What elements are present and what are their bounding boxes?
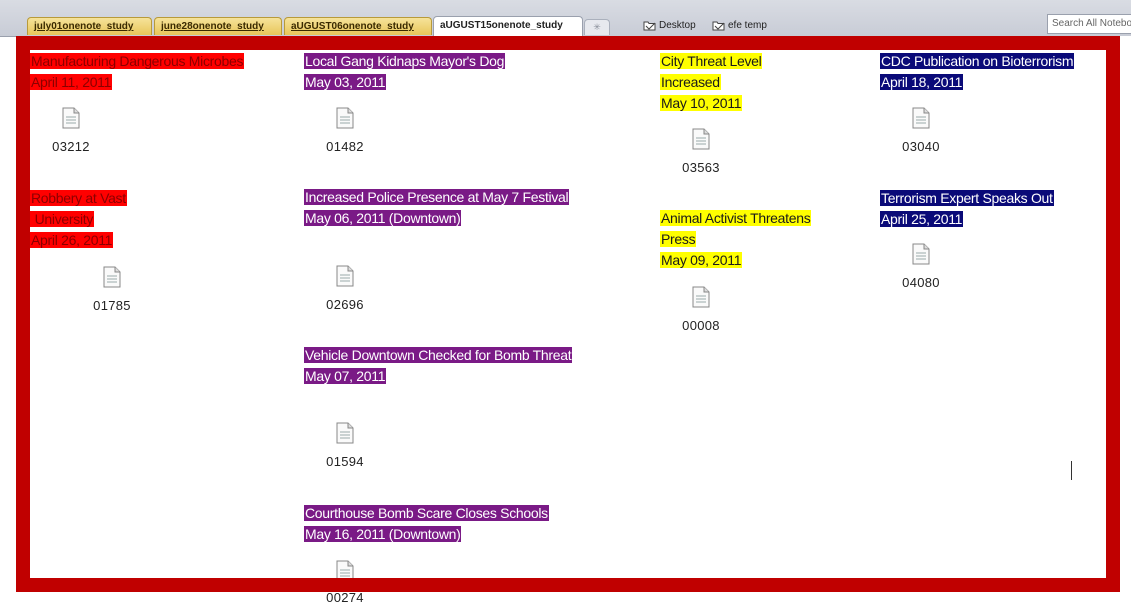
note-entry-courthouse-bomb-scare[interactable]: Courthouse Bomb Scare Closes Schools May… (304, 503, 549, 545)
note-entry-terrorism-expert-speaks-out[interactable]: Terrorism Expert Speaks Out April 25, 20… (880, 188, 1054, 230)
note-entry-manufacturing-dangerous-microbes[interactable]: Manufacturing Dangerous Microbes April 1… (30, 51, 245, 93)
file-attachment[interactable]: 01594 (315, 422, 375, 469)
notebook-tab-bar: july01onenote_study june28onenote_study … (0, 0, 1131, 37)
text-cursor (1071, 461, 1072, 480)
tab-august15onenote-study[interactable]: aUGUST15onenote_study (433, 16, 583, 36)
note-entry-cdc-publication-on-bioterrorism[interactable]: CDC Publication on Bioterrorism April 18… (880, 51, 1075, 93)
file-attachment[interactable]: 03563 (671, 128, 731, 175)
folder-icon (712, 20, 725, 31)
entry-date: April 11, 2011 (30, 74, 113, 90)
file-attachment[interactable]: 04080 (891, 243, 951, 290)
document-icon (336, 265, 354, 287)
document-icon (912, 107, 930, 129)
file-name: 01594 (326, 454, 364, 469)
search-all-notebooks-input[interactable]: Search All Notebooks (1047, 14, 1131, 34)
entry-title: Robbery at Vast (30, 190, 127, 206)
tab-label: july01onenote_study (34, 21, 134, 32)
file-name: 00008 (682, 318, 720, 333)
file-attachment[interactable]: 01785 (82, 266, 142, 313)
entry-title: Manufacturing Dangerous Microbes (30, 53, 245, 69)
tab-june28onenote-study[interactable]: june28onenote_study (154, 17, 282, 35)
entry-date: May 03, 2011 (304, 74, 387, 90)
file-name: 02696 (326, 297, 364, 312)
entry-title: Courthouse Bomb Scare Closes Schools (304, 505, 549, 521)
note-entry-city-threat-level[interactable]: City Threat Level Increased May 10, 2011 (660, 51, 763, 114)
entry-date: May 10, 2011 (660, 95, 743, 111)
entry-date: May 16, 2011 (Downtown) (304, 526, 462, 542)
new-tab-button[interactable]: ✳ (584, 19, 610, 35)
entry-title: Vehicle Downtown Checked for Bomb Threat (304, 347, 573, 363)
entry-date: May 07, 2011 (304, 368, 387, 384)
entry-title: Animal Activist Threatens (660, 210, 812, 226)
file-attachment[interactable]: 03040 (891, 107, 951, 154)
entry-title: Local Gang Kidnaps Mayor's Dog (304, 53, 506, 69)
note-entry-local-gang-kidnaps-mayors-dog[interactable]: Local Gang Kidnaps Mayor's Dog May 03, 2… (304, 51, 506, 93)
file-name: 03563 (682, 160, 720, 175)
file-name: 01785 (93, 298, 131, 313)
entry-date: April 18, 2011 (880, 74, 964, 90)
entry-date: April 25, 2011 (880, 211, 964, 227)
location-desktop[interactable]: Desktop (643, 20, 696, 31)
document-icon (692, 128, 710, 150)
document-icon (692, 286, 710, 308)
location-label: Desktop (659, 20, 696, 31)
location-label: efe temp (728, 20, 767, 31)
entry-title-continued: Press (660, 231, 697, 247)
entry-title: Terrorism Expert Speaks Out (880, 190, 1054, 206)
note-entry-robbery-at-vast-university[interactable]: Robbery at Vast University April 26, 201… (30, 188, 127, 251)
tab-label: june28onenote_study (161, 21, 264, 32)
tab-july01onenote-study[interactable]: july01onenote_study (27, 17, 152, 35)
file-name: 03212 (52, 139, 90, 154)
entry-date: May 06, 2011 (Downtown) (304, 210, 462, 226)
entry-title-continued: Increased (660, 74, 721, 90)
document-icon (912, 243, 930, 265)
file-attachment[interactable]: 02696 (315, 265, 375, 312)
file-attachment[interactable]: 00008 (671, 286, 731, 333)
entry-title-continued: University (30, 211, 95, 227)
entry-title: Increased Police Presence at May 7 Festi… (304, 189, 570, 205)
location-efe-temp[interactable]: efe temp (712, 20, 767, 31)
tab-label: aUGUST06onenote_study (291, 21, 414, 32)
note-entry-animal-activist-threatens-press[interactable]: Animal Activist Threatens Press May 09, … (660, 208, 812, 271)
search-placeholder: Search All Notebooks (1052, 18, 1131, 29)
document-icon (336, 422, 354, 444)
tab-august06onenote-study[interactable]: aUGUST06onenote_study (284, 17, 432, 35)
file-name: 01482 (326, 139, 364, 154)
document-icon (336, 107, 354, 129)
document-icon (103, 266, 121, 288)
file-name: 00274 (326, 590, 364, 605)
file-attachment[interactable]: 00274 (315, 560, 375, 605)
tab-label: aUGUST15onenote_study (440, 20, 563, 31)
file-attachment[interactable]: 01482 (315, 107, 375, 154)
entry-date: April 26, 2011 (30, 232, 114, 248)
file-name: 03040 (902, 139, 940, 154)
folder-icon (643, 20, 656, 31)
note-entry-increased-police-presence[interactable]: Increased Police Presence at May 7 Festi… (304, 187, 570, 229)
file-name: 04080 (902, 275, 940, 290)
document-icon (336, 560, 354, 582)
entry-title: CDC Publication on Bioterrorism (880, 53, 1075, 69)
document-icon (62, 107, 80, 129)
note-page[interactable] (16, 36, 1131, 611)
note-entry-vehicle-downtown-checked[interactable]: Vehicle Downtown Checked for Bomb Threat… (304, 345, 573, 387)
entry-date: May 09, 2011 (660, 252, 743, 268)
file-attachment[interactable]: 03212 (41, 107, 101, 154)
entry-title: City Threat Level (660, 53, 763, 69)
